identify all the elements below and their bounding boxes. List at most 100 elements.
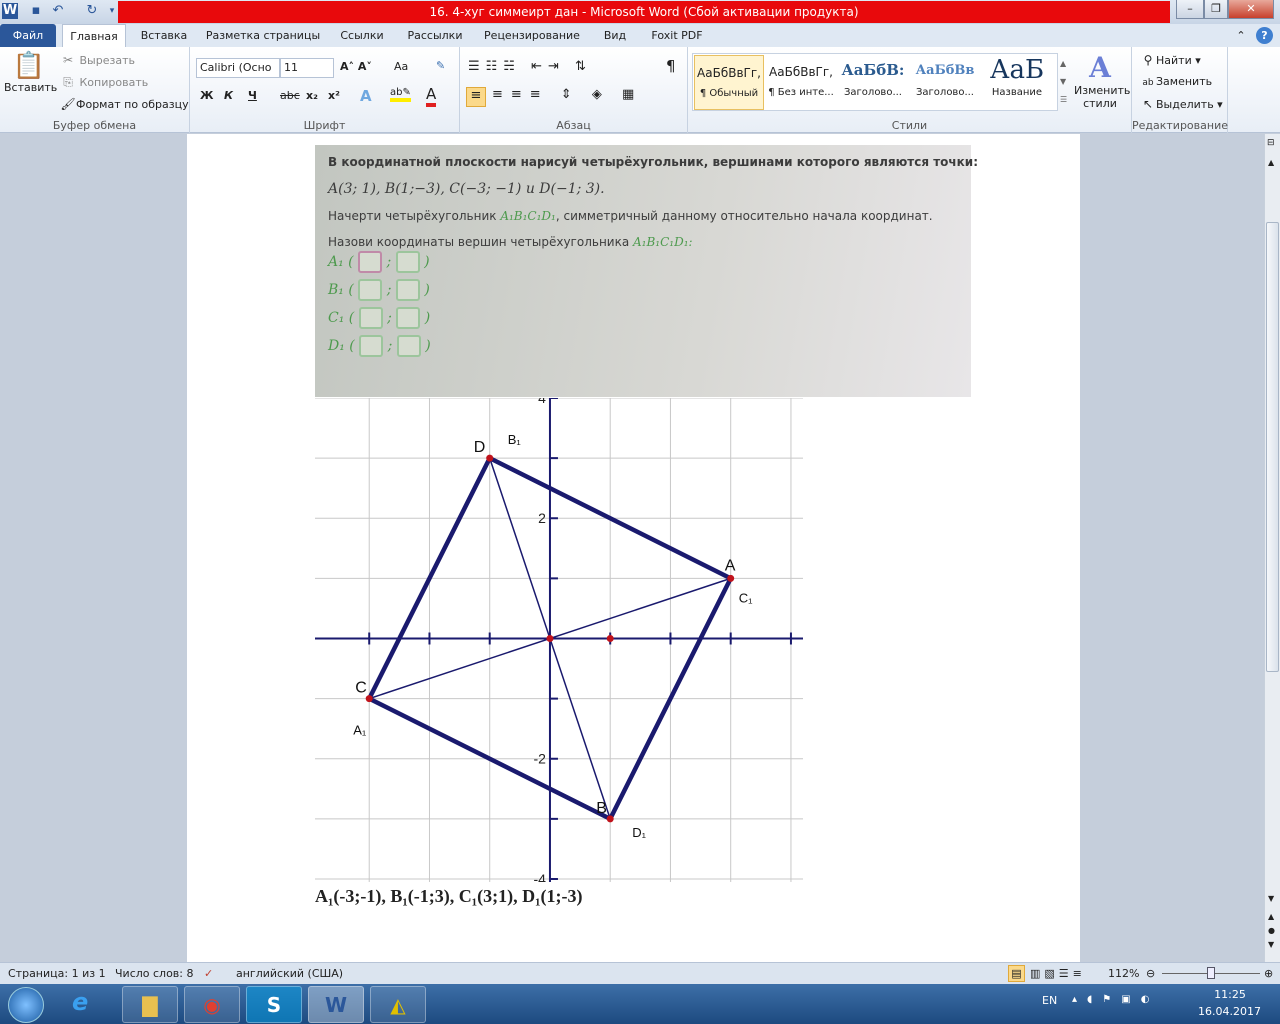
word-taskbar-button[interactable]: W bbox=[308, 986, 364, 1023]
style-title[interactable]: АаБ Название bbox=[982, 55, 1052, 110]
format-painter-button[interactable]: 🖌Формат по образцу bbox=[60, 97, 188, 111]
style-name: Заголово... bbox=[844, 87, 902, 98]
paste-button[interactable]: 📋 Вставить bbox=[4, 51, 57, 94]
help-icon[interactable]: ? bbox=[1256, 27, 1273, 44]
gallery-scroll[interactable]: ▲ ▼ ☰ bbox=[1060, 55, 1072, 109]
row-label: B₁ bbox=[328, 282, 344, 298]
tab-insert[interactable]: Вставка bbox=[136, 24, 192, 47]
tab-review[interactable]: Рецензирование bbox=[480, 24, 584, 47]
text: Начерти четырёхугольник bbox=[328, 209, 501, 223]
start-button[interactable] bbox=[8, 987, 44, 1023]
italic-button[interactable]: К bbox=[224, 89, 233, 102]
y-input bbox=[395, 279, 420, 301]
list-icons[interactable]: ☰☷☵ ⇤⇥ ⇅ bbox=[468, 59, 592, 74]
document-page[interactable]: В координатной плоскости нарисуй четырёх… bbox=[187, 134, 1080, 962]
browse-object-icons[interactable]: ▲ ● ▼ bbox=[1268, 910, 1275, 952]
copy-button[interactable]: ⎘ Копировать bbox=[60, 75, 148, 90]
proofing-icon[interactable]: ✓ bbox=[204, 963, 213, 984]
strikethrough-button[interactable]: abc bbox=[280, 89, 300, 102]
cut-button[interactable]: ✂ Вырезать bbox=[60, 53, 135, 67]
y-input bbox=[396, 307, 421, 329]
font-name-combo[interactable]: Calibri (Осно bbox=[196, 58, 280, 78]
zoom-slider-thumb[interactable] bbox=[1207, 967, 1215, 979]
vertex-point bbox=[606, 634, 614, 642]
redo-icon[interactable]: ↻ bbox=[84, 3, 100, 19]
image-vertex-label: C₁ bbox=[739, 590, 753, 605]
tab-mailings[interactable]: Рассылки bbox=[402, 24, 468, 47]
copy-label: Копировать bbox=[79, 76, 149, 89]
scroll-up-icon[interactable]: ▲ bbox=[1268, 158, 1274, 167]
underline-button[interactable]: Ч bbox=[248, 89, 257, 102]
input-language[interactable]: EN bbox=[1042, 994, 1057, 1007]
task-line-3: Начерти четырёхугольник A₁B₁C₁D₁, симмет… bbox=[328, 209, 958, 223]
grow-font-icon[interactable]: A˄ A˅ bbox=[340, 60, 372, 73]
zoom-out-icon[interactable]: ⊖ bbox=[1146, 963, 1155, 984]
x-input bbox=[358, 279, 383, 301]
tab-foxit-pdf[interactable]: Foxit PDF bbox=[646, 24, 708, 47]
subscript-button[interactable]: x₂ bbox=[306, 89, 318, 102]
pilcrow-button[interactable]: ¶ bbox=[666, 57, 676, 75]
print-layout-icon[interactable]: ▤ bbox=[1008, 965, 1025, 982]
style-heading-2[interactable]: АаБбВв Заголово... bbox=[910, 55, 980, 110]
copy-icon: ⎘ bbox=[63, 75, 73, 89]
align-left-button[interactable]: ≡ bbox=[466, 87, 486, 107]
style-normal[interactable]: АаБбВвГг, ¶ Обычный bbox=[694, 55, 764, 110]
ruler-toggle-icon[interactable]: ⊟ bbox=[1267, 138, 1275, 148]
clear-format-icon[interactable]: ✎ bbox=[436, 59, 445, 72]
view-icons[interactable]: ▥▧☰≡ bbox=[1030, 963, 1086, 984]
language[interactable]: английский (США) bbox=[236, 963, 343, 984]
task-line-2: A(3; 1), B(1;−3), C(−3; −1) и D(−1; 3). bbox=[328, 181, 605, 197]
app-taskbar-button[interactable]: ◭ bbox=[370, 986, 426, 1023]
font-size-combo[interactable]: 11 bbox=[280, 58, 334, 78]
font-color-icon[interactable]: A bbox=[426, 85, 437, 107]
change-case-button[interactable]: Aa bbox=[394, 60, 408, 73]
scissors-icon: ✂ bbox=[62, 53, 74, 67]
align-buttons[interactable]: ≡≡≡ ⇕ ◈ ▦ bbox=[492, 87, 642, 102]
scroll-thumb[interactable] bbox=[1266, 222, 1279, 672]
restore-button[interactable]: ❐ bbox=[1204, 0, 1228, 19]
undo-icon[interactable]: ↶ bbox=[50, 3, 66, 19]
style-heading-1[interactable]: АаБбВ: Заголово... bbox=[838, 55, 908, 110]
bold-button[interactable]: Ж bbox=[200, 89, 213, 102]
row-label: C₁ bbox=[328, 310, 345, 326]
chrome-taskbar-button[interactable]: ◉ bbox=[184, 986, 240, 1023]
close-button[interactable]: ✕ bbox=[1228, 0, 1274, 19]
tray-icons[interactable]: ▴◖⚑▣◐ bbox=[1072, 994, 1159, 1005]
math: A₁B₁C₁D₁: bbox=[633, 235, 693, 249]
find-button[interactable]: ⚲ Найти ▾ bbox=[1140, 53, 1201, 67]
tab-file[interactable]: Файл bbox=[0, 24, 56, 47]
brush-icon: 🖌 bbox=[60, 97, 76, 111]
explorer-taskbar-button[interactable]: ▇ bbox=[122, 986, 178, 1023]
select-button[interactable]: ↖ Выделить ▾ bbox=[1140, 97, 1223, 111]
highlight-icon[interactable]: ab✎ bbox=[390, 87, 411, 102]
collapse-ribbon-icon[interactable]: ⌃ bbox=[1234, 24, 1248, 47]
style-name: Название bbox=[991, 87, 1043, 98]
zoom-in-icon[interactable]: ⊕ bbox=[1264, 963, 1273, 984]
skype-taskbar-button[interactable]: S bbox=[246, 986, 302, 1023]
taskbar: e ▇ ◉ S W ◭ EN ▴◖⚑▣◐ 11:25 16.04.2017 bbox=[0, 984, 1280, 1024]
internet-explorer-icon[interactable]: e bbox=[72, 988, 88, 1016]
zoom-level[interactable]: 112% bbox=[1108, 963, 1139, 984]
text-effects-icon[interactable]: A bbox=[360, 87, 372, 105]
clock-time[interactable]: 11:25 bbox=[1212, 988, 1248, 1001]
tab-references[interactable]: Ссылки bbox=[334, 24, 390, 47]
clock-date[interactable]: 16.04.2017 bbox=[1198, 1005, 1261, 1018]
tab-view[interactable]: Вид bbox=[596, 24, 634, 47]
binoculars-icon: ⚲ bbox=[1143, 53, 1153, 67]
page-count[interactable]: Страница: 1 из 1 bbox=[8, 963, 106, 984]
style-no-spacing[interactable]: АаБбВвГг, ¶ Без инте... bbox=[766, 55, 836, 110]
change-styles-button[interactable]: A Изменить стили bbox=[1074, 51, 1130, 110]
tab-home[interactable]: Главная bbox=[62, 24, 126, 47]
word-count[interactable]: Число слов: 8 bbox=[115, 963, 194, 984]
replace-button[interactable]: ab Заменить bbox=[1140, 75, 1212, 88]
vertical-scrollbar[interactable]: ⊟ ▲ ▼ ▲ ● ▼ bbox=[1264, 134, 1280, 962]
scroll-down-icon[interactable]: ▼ bbox=[1268, 894, 1274, 903]
tab-page-layout[interactable]: Разметка страницы bbox=[204, 24, 322, 47]
superscript-button[interactable]: x² bbox=[328, 89, 340, 102]
ribbon: 📋 Вставить ✂ Вырезать ⎘ Копировать 🖌Форм… bbox=[0, 47, 1280, 133]
style-name: ¶ Обычный bbox=[699, 88, 759, 99]
minimize-button[interactable]: – bbox=[1176, 0, 1204, 19]
save-icon[interactable]: ▪ bbox=[28, 3, 44, 19]
style-name: ¶ Без инте... bbox=[768, 87, 834, 98]
ribbon-tabs: Файл Главная Вставка Разметка страницы С… bbox=[0, 24, 1280, 47]
